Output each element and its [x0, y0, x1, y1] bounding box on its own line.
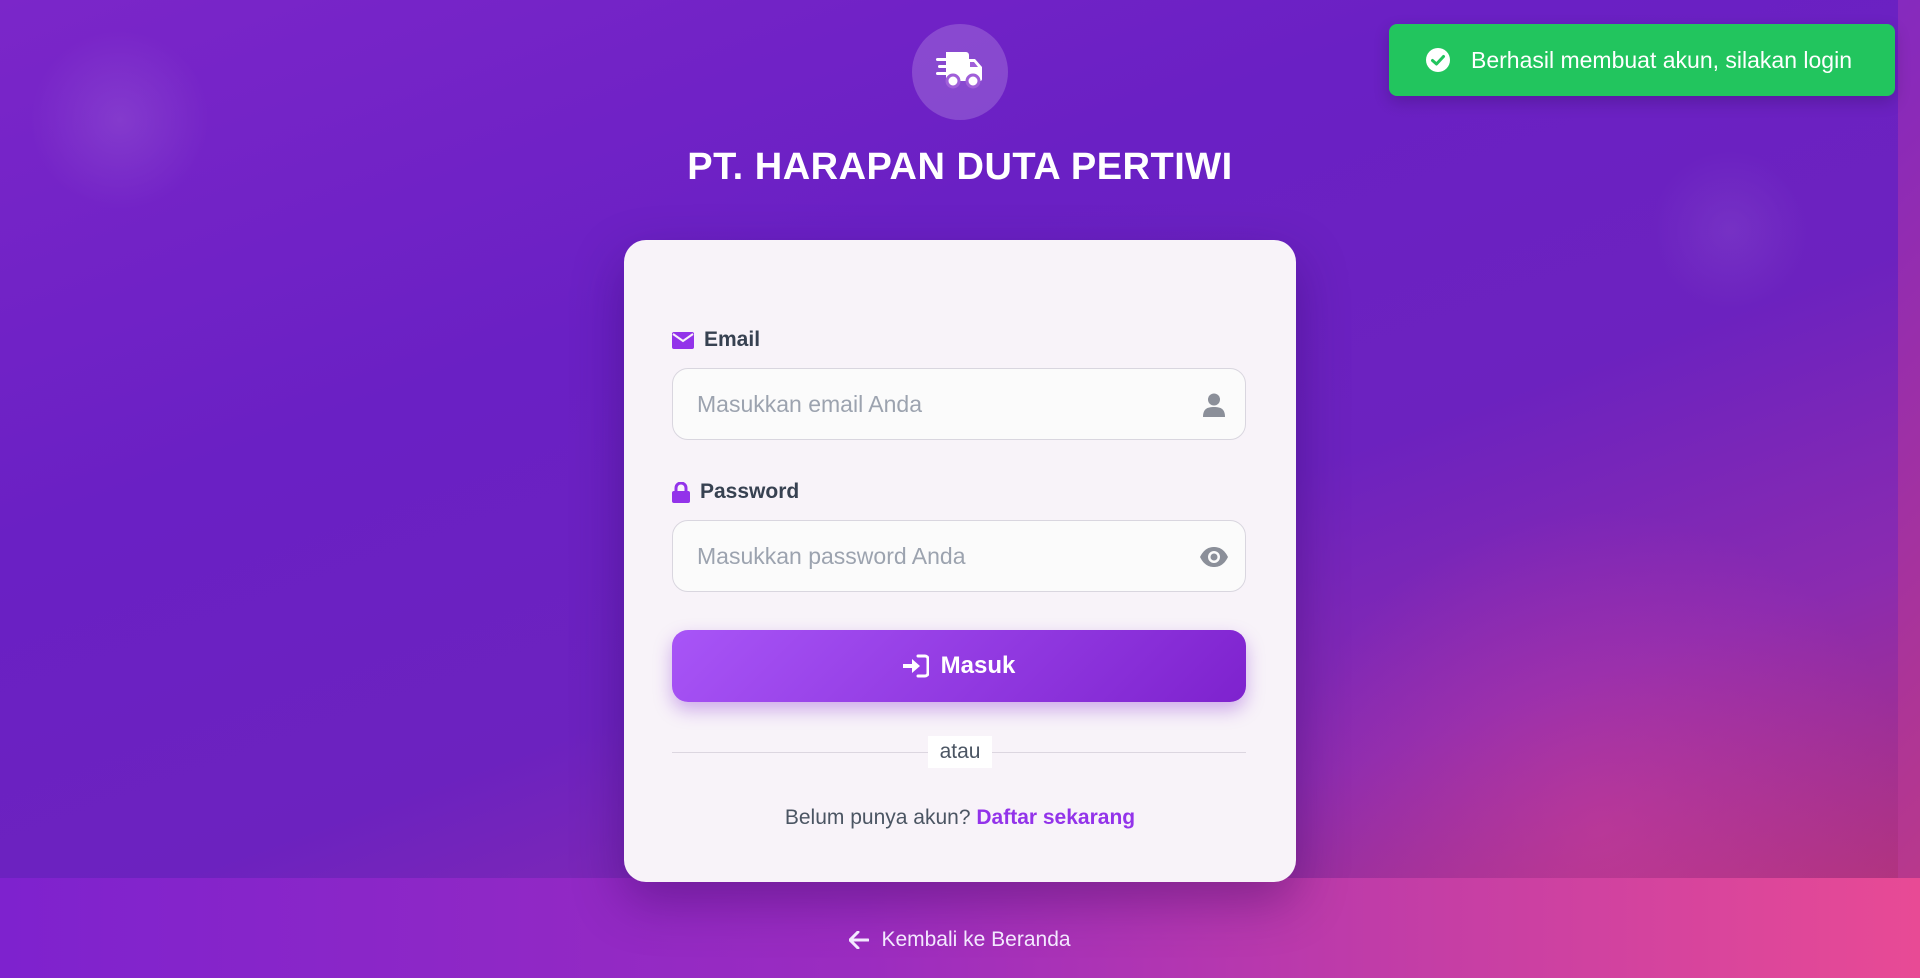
back-to-home-link[interactable]: Kembali ke Beranda [0, 928, 1920, 952]
login-submit-button[interactable]: Masuk [672, 630, 1246, 702]
user-icon [1199, 391, 1229, 419]
password-label: Password [672, 480, 799, 504]
email-field[interactable] [673, 369, 1245, 439]
truck-fast-icon [936, 50, 984, 95]
password-field[interactable] [673, 521, 1245, 591]
success-toast: Berhasil membuat akun, silakan login [1389, 24, 1895, 96]
sign-in-icon [902, 654, 929, 678]
back-link-label: Kembali ke Beranda [881, 928, 1071, 951]
email-label-text: Email [704, 328, 761, 351]
lock-icon [672, 481, 690, 503]
login-card: Email Password [624, 240, 1296, 882]
password-label-text: Password [700, 480, 800, 503]
arrow-left-icon [849, 931, 870, 949]
check-circle-icon [1425, 47, 1451, 73]
email-label: Email [672, 328, 760, 352]
brand-title: PT. HARAPAN DUTA PERTIWI [687, 146, 1233, 188]
toast-message: Berhasil membuat akun, silakan login [1471, 46, 1852, 73]
login-submit-label: Masuk [940, 652, 1016, 679]
envelope-icon [672, 331, 694, 349]
divider-text: atau [928, 736, 992, 768]
email-field-wrapper [672, 368, 1246, 440]
register-prompt: Belum punya akun? Daftar sekarang [624, 806, 1296, 830]
password-field-wrapper [672, 520, 1246, 592]
brand-logo [912, 24, 1008, 120]
register-link[interactable]: Daftar sekarang [976, 806, 1135, 829]
eye-icon[interactable] [1199, 543, 1229, 571]
register-prompt-text: Belum punya akun? [784, 806, 971, 829]
